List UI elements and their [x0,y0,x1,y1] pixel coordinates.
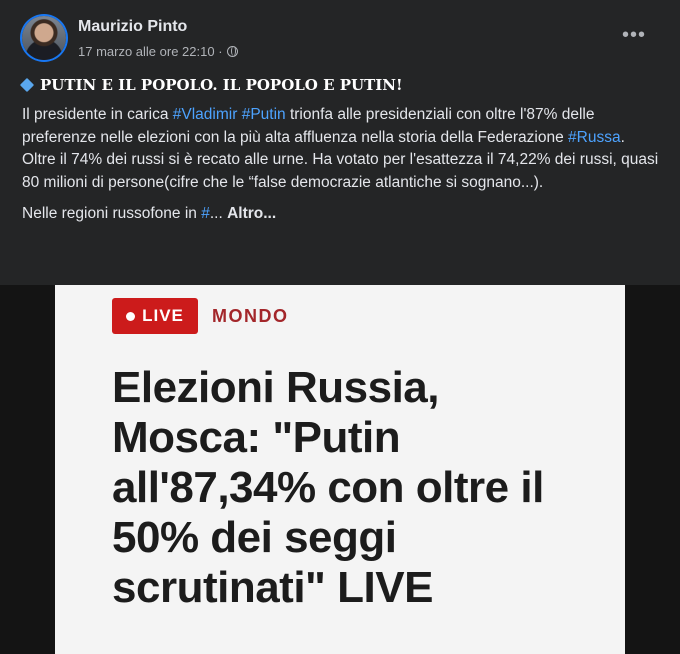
article-headline: Elezioni Russia, Mosca: "Putin all'87,34… [112,363,612,613]
post-meta: 17 marzo alle ore 22:10 · [78,44,238,59]
post-timestamp[interactable]: 17 marzo alle ore 22:10 · [78,44,223,59]
author-name[interactable]: Maurizio Pinto [78,18,187,36]
blue-diamond-icon [19,77,35,93]
text-segment: Il presidente in carica [22,106,173,123]
globe-icon [226,46,238,57]
hashtag-russa[interactable]: #Russa [568,129,621,146]
hashtag-vladimir[interactable]: #Vladimir [173,106,238,123]
avatar[interactable] [22,16,66,60]
text-segment: Nelle regioni russofone in [22,205,202,222]
post-body: Il presidente in carica #Vladimir #Putin… [22,104,662,226]
live-badge: LIVE [112,298,198,334]
live-dot-icon [126,311,136,321]
post-paragraph: Nelle regioni russofone in #... Altro... [22,203,662,226]
more-options-button[interactable]: ••• [622,24,646,47]
headline-line: scrutinati" LIVE [112,563,433,612]
headline-line: Mosca: "Putin [112,413,401,462]
see-more-link[interactable]: Altro... [227,205,276,222]
post-title: PUTIN E IL POPOLO. IL POPOLO E PUTIN! [19,76,403,94]
post-header: Maurizio Pinto 17 marzo alle ore 22:10 ·… [22,14,662,66]
post-paragraph: Oltre il 74% dei russi si è recato alle … [22,151,659,191]
article-screenshot: LIVE MONDO Elezioni Russia, Mosca: "Puti… [55,285,625,654]
headline-line: Elezioni Russia, [112,363,439,412]
live-label: LIVE [142,306,184,325]
hashtag-truncated[interactable]: # [201,205,210,222]
hashtag-putin[interactable]: #Putin [242,106,286,123]
text-segment: . [620,128,625,146]
article-category: MONDO [212,306,289,326]
text-segment: ... [209,205,228,222]
post-title-text: PUTIN E IL POPOLO. IL POPOLO E PUTIN! [40,76,403,94]
headline-line: all'87,34% con oltre il [112,463,544,512]
post-image[interactable]: LIVE MONDO Elezioni Russia, Mosca: "Puti… [0,285,680,654]
headline-line: 50% dei seggi [112,513,397,562]
post-paragraph: Il presidente in carica #Vladimir #Putin… [22,104,662,149]
